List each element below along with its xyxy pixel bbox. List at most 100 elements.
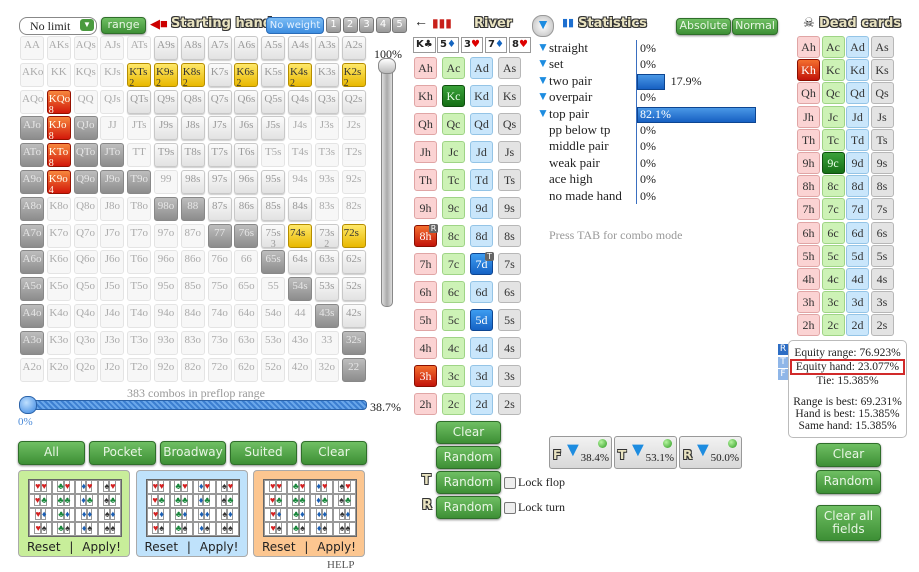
board-card-Jh[interactable]: Jh bbox=[414, 141, 437, 163]
board-card-7h[interactable]: 7h bbox=[414, 253, 437, 275]
hand-cell-76o[interactable]: 76o bbox=[207, 250, 232, 275]
hand-cell-84o[interactable]: 84o bbox=[180, 304, 205, 328]
hand-cell-QJs[interactable]: QJs bbox=[100, 89, 125, 114]
board-card-8s[interactable]: 8s bbox=[498, 225, 521, 247]
hand-cell-J2s[interactable]: J2s bbox=[341, 116, 366, 141]
hand-cell-Q4s[interactable]: Q4s bbox=[288, 89, 312, 114]
hand-cell-AKo[interactable]: AKo bbox=[20, 62, 44, 87]
board-card-Qc[interactable]: Qc bbox=[442, 113, 465, 135]
hand-cell-82s[interactable]: 82s bbox=[341, 196, 366, 221]
board-card-4s[interactable]: 4s bbox=[498, 337, 521, 359]
dead-card-5d[interactable]: 5d bbox=[846, 244, 869, 267]
dead-card-Ks[interactable]: Ks bbox=[870, 59, 894, 82]
hand-cell-97s[interactable]: 97s bbox=[207, 170, 232, 194]
hand-cell-K2o[interactable]: K2o bbox=[46, 357, 71, 382]
board-card-3d[interactable]: 3d bbox=[470, 365, 493, 387]
hand-cell-A7s[interactable]: A7s bbox=[207, 36, 232, 60]
apply-link[interactable]: Apply! bbox=[317, 540, 356, 554]
hand-cell-AJo[interactable]: AJo bbox=[20, 116, 44, 141]
weight-button-1[interactable]: 1 bbox=[326, 17, 341, 33]
board-card-Js[interactable]: Js bbox=[498, 141, 521, 163]
hand-cell-Q4o[interactable]: Q4o bbox=[73, 304, 98, 328]
board-card-Jc[interactable]: Jc bbox=[442, 141, 465, 163]
hand-cell-AJs[interactable]: AJs bbox=[100, 36, 125, 60]
hand-cell-53o[interactable]: 53o bbox=[261, 330, 286, 355]
hand-cell-T4o[interactable]: T4o bbox=[127, 304, 152, 328]
dead-card-4c[interactable]: 4c bbox=[821, 268, 845, 290]
filter-icon[interactable]: ▼ bbox=[537, 106, 549, 121]
suit-combo-toggle[interactable]: ♣ ♠ bbox=[52, 522, 75, 536]
hand-cell-65o[interactable]: 65o bbox=[234, 277, 259, 302]
clear-range-button[interactable]: Clear bbox=[301, 441, 367, 465]
hand-cell-T7s[interactable]: T7s bbox=[207, 143, 232, 168]
dead-card-8d[interactable]: 8d bbox=[846, 175, 869, 198]
dead-card-5s[interactable]: 5s bbox=[870, 244, 894, 267]
hand-cell-44[interactable]: 44 bbox=[288, 304, 312, 328]
board-card-Ad[interactable]: Ad bbox=[470, 57, 493, 79]
hand-cell-JJ[interactable]: JJ bbox=[100, 116, 125, 141]
board-card-4h[interactable]: 4h bbox=[414, 337, 437, 359]
hand-cell-Q5s[interactable]: Q5s bbox=[261, 89, 286, 114]
hand-cell-76s[interactable]: 76s bbox=[234, 223, 259, 248]
hand-cell-A6s[interactable]: A6s bbox=[234, 36, 259, 60]
board-card-2s[interactable]: 2s bbox=[498, 393, 521, 415]
suit-combo-toggle[interactable]: ♥ ♥ bbox=[264, 480, 287, 494]
filter-icon[interactable]: ▼ bbox=[537, 40, 549, 55]
suit-combo-toggle[interactable]: ♥ ♣ bbox=[29, 494, 52, 508]
hand-cell-54o[interactable]: 54o bbox=[261, 304, 286, 328]
hand-cell-KQo[interactable]: KQo 8 bbox=[46, 89, 71, 114]
hand-cell-73s[interactable]: 73s 2 bbox=[314, 223, 339, 248]
dead-card-7d[interactable]: 7d bbox=[846, 198, 869, 221]
board-card-8c[interactable]: 8c bbox=[442, 225, 465, 247]
hand-cell-72s[interactable]: 72s bbox=[341, 223, 366, 248]
range-slider-track[interactable] bbox=[22, 400, 367, 410]
random-river-button[interactable]: Random bbox=[436, 496, 501, 519]
dead-card-Tc[interactable]: Tc bbox=[821, 128, 845, 151]
hand-cell-75o[interactable]: 75o bbox=[207, 277, 232, 302]
hand-cell-A2s[interactable]: A2s bbox=[341, 36, 366, 60]
suit-combo-toggle[interactable]: ♥ ♦ bbox=[29, 508, 52, 522]
dead-card-Qs[interactable]: Qs bbox=[870, 82, 894, 105]
filter-icon[interactable]: ▼ bbox=[537, 89, 549, 104]
suit-combo-toggle[interactable]: ♦ ♥ bbox=[310, 480, 333, 494]
dead-card-5c[interactable]: 5c bbox=[821, 244, 845, 267]
hand-cell-J5o[interactable]: J5o bbox=[100, 277, 125, 302]
hand-cell-Q6s[interactable]: Q6s bbox=[234, 89, 259, 114]
board-card-2c[interactable]: 2c bbox=[442, 393, 465, 415]
dead-card-6c[interactable]: 6c bbox=[821, 221, 845, 244]
hand-cell-KJo[interactable]: KJo 8 bbox=[46, 116, 71, 141]
all-button[interactable]: All bbox=[18, 441, 85, 465]
dead-card-6h[interactable]: 6h bbox=[797, 221, 820, 244]
suit-combo-toggle[interactable]: ♥ ♠ bbox=[29, 522, 52, 536]
suit-combo-toggle[interactable]: ♣ ♥ bbox=[169, 480, 193, 494]
dead-card-Ad[interactable]: Ad bbox=[846, 36, 869, 58]
hand-cell-A5o[interactable]: A5o bbox=[20, 277, 44, 302]
range-button[interactable]: range bbox=[101, 17, 146, 34]
hand-cell-AQs[interactable]: AQs bbox=[73, 36, 98, 60]
dead-card-Ts[interactable]: Ts bbox=[870, 128, 894, 151]
dead-card-2s[interactable]: 2s bbox=[870, 314, 894, 337]
hand-cell-K6s[interactable]: K6s 2 bbox=[234, 62, 259, 87]
hand-cell-88[interactable]: 88 bbox=[180, 196, 205, 221]
hand-cell-K9s[interactable]: K9s 2 bbox=[154, 62, 178, 87]
reset-link[interactable]: Reset bbox=[145, 540, 179, 554]
board-card-9d[interactable]: 9d bbox=[470, 197, 493, 219]
dead-card-2c[interactable]: 2c bbox=[821, 314, 845, 337]
hand-cell-T7o[interactable]: T7o bbox=[127, 223, 152, 248]
hand-cell-Q7s[interactable]: Q7s bbox=[207, 89, 232, 114]
board-card-Kh[interactable]: Kh bbox=[414, 85, 437, 107]
hand-cell-43s[interactable]: 43s bbox=[314, 304, 339, 328]
hand-cell-Q8o[interactable]: Q8o bbox=[73, 196, 98, 221]
hand-cell-T9o[interactable]: T9o bbox=[127, 170, 152, 194]
hand-cell-K3o[interactable]: K3o bbox=[46, 330, 71, 355]
suit-combo-toggle[interactable]: ♣ ♣ bbox=[169, 494, 193, 508]
suit-combo-toggle[interactable]: ♣ ♣ bbox=[287, 494, 310, 508]
hand-cell-63o[interactable]: 63o bbox=[234, 330, 259, 355]
dead-card-4d[interactable]: 4d bbox=[846, 268, 869, 290]
absolute-button[interactable]: Absolute bbox=[676, 18, 731, 35]
hand-cell-96o[interactable]: 96o bbox=[154, 250, 178, 275]
hand-cell-83o[interactable]: 83o bbox=[180, 330, 205, 355]
hand-cell-95o[interactable]: 95o bbox=[154, 277, 178, 302]
suit-combo-toggle[interactable]: ♥ ♣ bbox=[264, 494, 287, 508]
hand-cell-53s[interactable]: 53s bbox=[314, 277, 339, 302]
